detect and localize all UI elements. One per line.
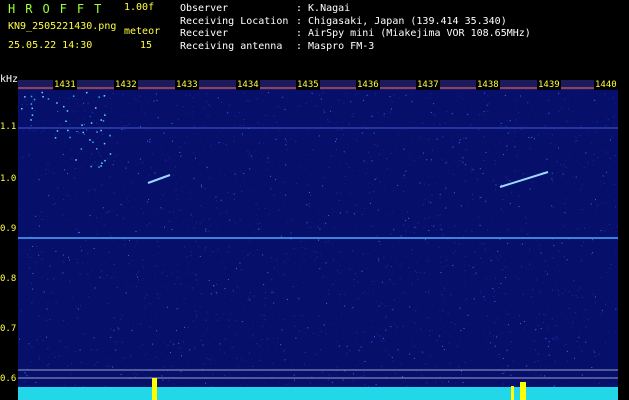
y-tick-label: 0.8 [0, 274, 17, 284]
scatter-streak [30, 119, 32, 121]
y-tick-label: 1.1 [0, 122, 17, 132]
info-label: Observer [180, 3, 229, 14]
scatter-streak [54, 137, 57, 139]
scatter-streak [90, 165, 92, 168]
y-tick-label: 0.6 [0, 374, 17, 384]
scatter-streak [30, 103, 33, 105]
scatter-streak [56, 130, 59, 132]
info-label: Receiving Location [180, 15, 289, 27]
info-row-observer: Observer : K.Nagai [180, 3, 531, 16]
time-tick-label: 1433 [175, 80, 199, 90]
time-tick-label: 1440 [594, 80, 618, 90]
spectrogram-area [18, 80, 618, 400]
scatter-streak [69, 136, 71, 139]
scatter-streak [86, 91, 88, 94]
info-value: : K.Nagai [296, 3, 351, 14]
power-band [18, 387, 618, 400]
y-axis: 1.1 1.0 0.9 0.8 0.7 0.6 [0, 80, 18, 400]
power-peak [511, 386, 514, 400]
scatter-streak [98, 166, 100, 168]
scatter-streak [96, 148, 98, 150]
scatter-streak [81, 124, 83, 126]
time-tick-label: 1432 [114, 80, 138, 90]
time-tick-label: 1436 [356, 80, 380, 90]
mode-label: meteor [124, 26, 161, 37]
header-panel: HROFFT 1.00f KN9_2505221430.png meteor 2… [0, 0, 629, 78]
info-row-antenna: Receiving antenna : Maspro FM-3 [180, 41, 531, 54]
scatter-streak [92, 141, 94, 143]
info-value: : Maspro FM-3 [296, 40, 375, 52]
scatter-streak [101, 162, 103, 164]
time-tick-label: 1438 [476, 80, 500, 90]
power-peak [152, 378, 157, 400]
info-row-receiver: Receiver : AirSpy mini (Miakejima VOR 108… [180, 28, 531, 41]
info-label: Receiver [180, 28, 229, 39]
scatter-streak [103, 142, 106, 145]
scatter-streak [67, 129, 69, 132]
scatter-streak [109, 135, 111, 137]
y-tick-label: 0.9 [0, 224, 17, 234]
scatter-streak [47, 98, 50, 100]
scatter-streak [104, 114, 106, 116]
time-tick-label: 1431 [53, 80, 77, 90]
scatter-streak [96, 131, 98, 133]
power-peak [520, 382, 526, 400]
time-tick-label: 1435 [296, 80, 320, 90]
scatter-streak [100, 129, 102, 132]
y-tick-label: 0.7 [0, 324, 17, 334]
scatter-streak [89, 139, 91, 141]
count-label: 15 [140, 40, 153, 51]
spectrogram-svg [18, 80, 618, 400]
info-label: Receiving antenna [180, 40, 283, 52]
time-tick-label: 1434 [236, 80, 260, 90]
scatter-streak [104, 159, 106, 162]
scatter-streak [75, 159, 77, 161]
scatter-streak [30, 95, 33, 98]
info-row-location: Receiving Location : Chigasaki, Japan (13… [180, 16, 531, 29]
scatter-streak [95, 107, 97, 109]
scatter-streak [42, 96, 44, 98]
scatter-streak [109, 153, 112, 155]
filename-label: KN9_2505221430.png [8, 21, 117, 32]
scatter-streak [56, 102, 58, 104]
scatter-streak [100, 165, 102, 167]
scatter-streak [80, 148, 83, 150]
time-tick-label: 1437 [416, 80, 440, 90]
version-label: 1.00f [124, 2, 155, 13]
scatter-streak [21, 108, 23, 110]
scatter-streak [63, 105, 65, 108]
info-value: : AirSpy mini (Miakejima VOR 108.65MHz) [296, 28, 531, 39]
scatter-streak [66, 110, 69, 112]
scatter-streak [102, 120, 105, 122]
scatter-streak [41, 91, 43, 94]
scatter-streak [33, 98, 36, 101]
scatter-streak [90, 122, 93, 124]
scatter-streak [72, 95, 75, 97]
scatter-streak [31, 107, 33, 110]
scatter-streak [24, 96, 26, 98]
scatter-streak [82, 131, 84, 134]
datetime-label: 25.05.22 14:30 [8, 40, 93, 51]
time-tick-label: 1439 [537, 80, 561, 90]
scatter-streak [103, 95, 106, 97]
scatter-streak [65, 120, 67, 122]
time-axis: 1431 1432 1433 1434 1435 1436 1437 1438 … [18, 80, 618, 92]
y-tick-label: 1.0 [0, 174, 17, 184]
info-value: : Chigasaki, Japan (139.414 35.340) [296, 15, 507, 27]
scatter-streak [100, 119, 102, 121]
scatter-streak [31, 114, 34, 116]
scatter-streak [98, 96, 100, 98]
info-panel: Observer : K.Nagai Receiving Location : Ch… [180, 3, 531, 53]
app-title: HROFFT [8, 2, 112, 16]
